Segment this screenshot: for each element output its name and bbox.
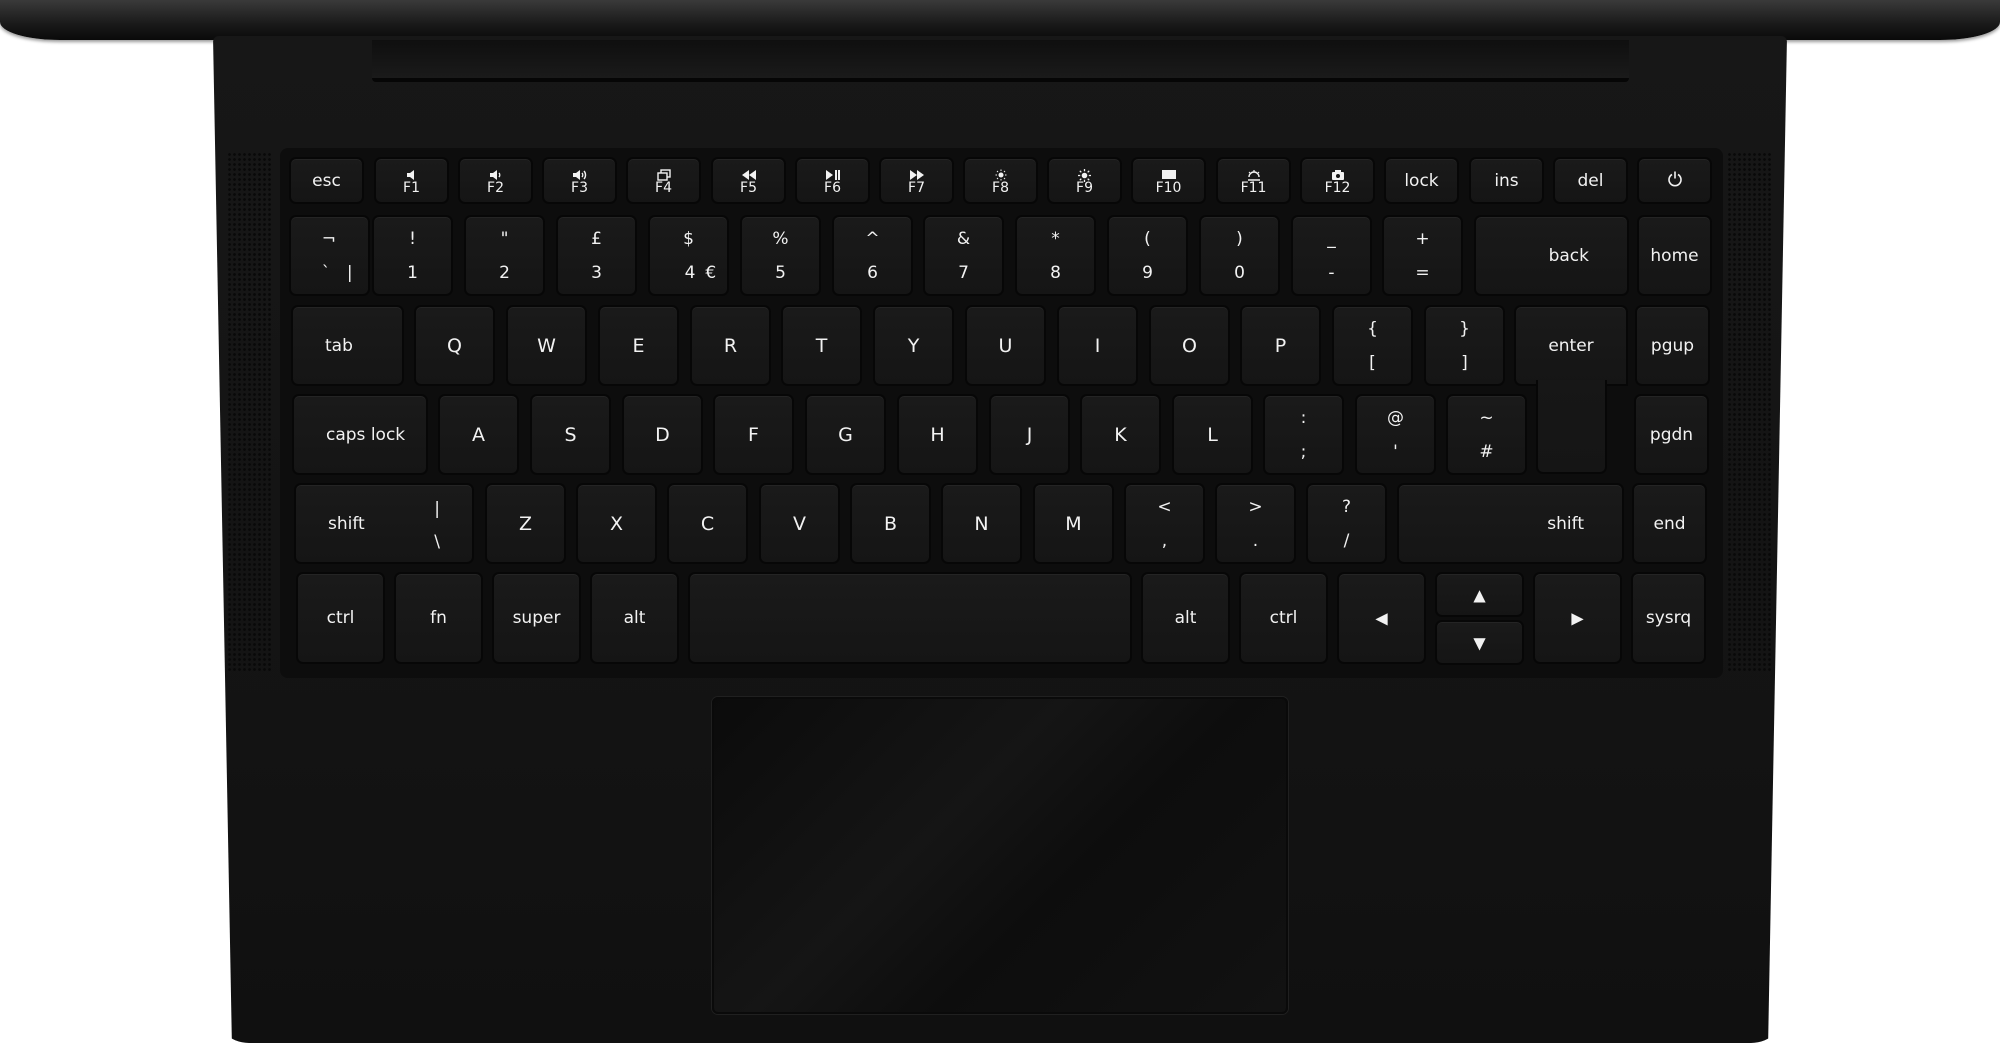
key-backspace[interactable]: back [1474,215,1629,296]
key-period[interactable]: >. [1215,483,1296,564]
key-f11[interactable]: F11 [1216,157,1291,204]
key-end[interactable]: end [1632,483,1707,564]
key-super[interactable]: super [492,572,581,664]
key-ctrl-right[interactable]: ctrl [1239,572,1328,664]
key-fn[interactable]: fn [394,572,483,664]
key-pgdn[interactable]: pgdn [1634,394,1709,475]
key-o[interactable]: O [1149,305,1230,386]
touchpad[interactable] [712,697,1288,1014]
key-9[interactable]: (9 [1107,215,1188,296]
key-arrow-right[interactable]: ▶ [1533,572,1622,664]
key-enter[interactable]: enter [1514,305,1628,386]
key-a[interactable]: A [438,394,519,475]
right-speaker-grille [1727,152,1773,672]
key-alt-left[interactable]: alt [590,572,679,664]
arrow-up-icon: ▲ [1473,585,1486,604]
key-t[interactable]: T [781,305,862,386]
key-caps-lock[interactable]: caps lock [292,394,428,475]
key-esc[interactable]: esc [289,157,364,204]
key-grave[interactable]: ¬ ` | [289,215,370,296]
key-del[interactable]: del [1553,157,1628,204]
key-n[interactable]: N [941,483,1022,564]
key-b[interactable]: B [850,483,931,564]
key-j[interactable]: J [989,394,1070,475]
key-minus[interactable]: _ - [1291,215,1372,296]
key-comma[interactable]: <, [1124,483,1205,564]
key-tab[interactable]: tab [291,305,404,386]
key-h[interactable]: H [897,394,978,475]
left-speaker-grille [227,152,273,672]
key-u[interactable]: U [965,305,1046,386]
key-f12[interactable]: F12 [1300,157,1375,204]
key-e[interactable]: E [598,305,679,386]
key-l[interactable]: L [1172,394,1253,475]
key-m[interactable]: M [1033,483,1114,564]
key-alt-right[interactable]: alt [1141,572,1230,664]
key-slash[interactable]: ? / [1306,483,1387,564]
key-arrow-down[interactable]: ▼ [1435,620,1524,665]
key-quote[interactable]: @ ' [1355,394,1436,475]
laptop-lid [0,0,2000,40]
key-arrow-left[interactable]: ◀ [1337,572,1426,664]
key-f1[interactable]: F1 [374,157,449,204]
key-r[interactable]: R [690,305,771,386]
key-lock[interactable]: lock [1384,157,1459,204]
key-power[interactable] [1637,157,1712,204]
key-4[interactable]: $ 4 € [648,215,729,296]
key-space[interactable] [688,572,1132,664]
key-home[interactable]: home [1637,215,1712,296]
key-f8[interactable]: F8 [963,157,1038,204]
key-z[interactable]: Z [485,483,566,564]
key-ins[interactable]: ins [1469,157,1544,204]
key-3[interactable]: £3 [556,215,637,296]
key-f10[interactable]: F10 [1131,157,1206,204]
key-sysrq[interactable]: sysrq [1631,572,1706,664]
key-f3[interactable]: F3 [542,157,617,204]
arrow-left-icon: ◀ [1375,608,1388,628]
key-semicolon[interactable]: :; [1263,394,1344,475]
key-k[interactable]: K [1080,394,1161,475]
key-pgup[interactable]: pgup [1635,305,1710,386]
key-p[interactable]: P [1240,305,1321,386]
key-right-bracket[interactable]: }] [1424,305,1505,386]
key-g[interactable]: G [805,394,886,475]
key-5[interactable]: % 5 [740,215,821,296]
key-q[interactable]: Q [414,305,495,386]
key-equal[interactable]: + = [1382,215,1463,296]
power-icon [1639,170,1710,191]
key-f6[interactable]: F6 [795,157,870,204]
key-arrow-up[interactable]: ▲ [1435,572,1524,617]
key-w[interactable]: W [506,305,587,386]
key-0[interactable]: ) 0 [1199,215,1280,296]
key-shift-left[interactable]: shift | \ [294,483,474,564]
hinge [372,40,1629,82]
key-f2[interactable]: F2 [458,157,533,204]
key-left-bracket[interactable]: {[ [1332,305,1413,386]
key-i[interactable]: I [1057,305,1138,386]
key-f7[interactable]: F7 [879,157,954,204]
key-shift-right[interactable]: shift [1397,483,1624,564]
arrow-right-icon: ▶ [1571,608,1584,628]
key-7[interactable]: & 7 [923,215,1004,296]
key-s[interactable]: S [530,394,611,475]
key-ctrl-left[interactable]: ctrl [296,572,385,664]
key-hash[interactable]: ~ # [1446,394,1527,475]
key-8[interactable]: * 8 [1015,215,1096,296]
key-1[interactable]: ! 1 [372,215,453,296]
key-6[interactable]: ^ 6 [832,215,913,296]
key-c[interactable]: C [667,483,748,564]
key-f4[interactable]: F4 [626,157,701,204]
key-d[interactable]: D [622,394,703,475]
arrow-down-icon: ▼ [1473,633,1486,652]
key-enter-extension[interactable] [1536,380,1607,474]
key-f[interactable]: F [713,394,794,475]
key-f9[interactable]: F9 [1047,157,1122,204]
key-v[interactable]: V [759,483,840,564]
key-2[interactable]: " 2 [464,215,545,296]
key-x[interactable]: X [576,483,657,564]
key-y[interactable]: Y [873,305,954,386]
key-f5[interactable]: F5 [711,157,786,204]
